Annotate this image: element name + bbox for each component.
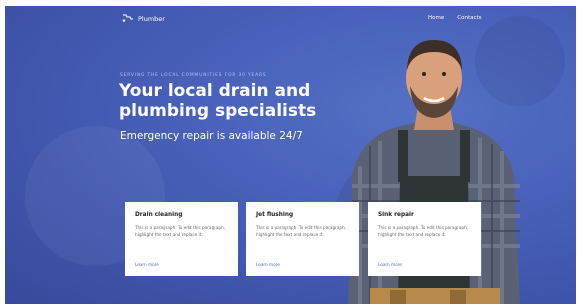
hero-subtitle: Emergency repair is available 24/7 [120,130,303,142]
card-body: This is a paragraph. To edit this paragr… [135,225,226,237]
learn-more-link[interactable]: Learn more [135,262,159,267]
hero-eyebrow: SERVING THE LOCAL COMMUNITIES FOR 30 YEA… [120,73,267,78]
card-body: This is a paragraph. To edit this paragr… [256,225,347,237]
hero-title-line-2: plumbing specialists [119,101,317,121]
learn-more-link[interactable]: Learn more [378,262,402,267]
site-logo-text: Plumber [138,14,165,23]
learn-more-link[interactable]: Learn more [256,262,280,267]
service-card-sink-repair: Sink repair This is a paragraph. To edit… [368,202,481,276]
nav-link-contacts[interactable]: Contacts [457,15,481,21]
service-card-jet-flushing: Jet flushing This is a paragraph. To edi… [246,202,359,276]
card-body: This is a paragraph. To edit this paragr… [378,225,469,237]
service-card-drain-cleaning: Drain cleaning This is a paragraph. To e… [125,202,238,276]
card-title: Jet flushing [256,212,294,218]
site-logo[interactable]: Plumber [122,14,165,23]
hero-title: Your local drain and plumbing specialist… [119,81,349,121]
wrench-icon [122,14,133,22]
hero-title-line-1: Your local drain and [119,81,311,101]
card-title: Sink repair [378,212,414,218]
card-title: Drain cleaning [135,212,183,218]
hero-section: Plumber Home Contacts SERVING THE LOCAL … [5,6,576,304]
nav-links: Home Contacts [428,15,495,21]
nav-link-home[interactable]: Home [428,15,444,21]
